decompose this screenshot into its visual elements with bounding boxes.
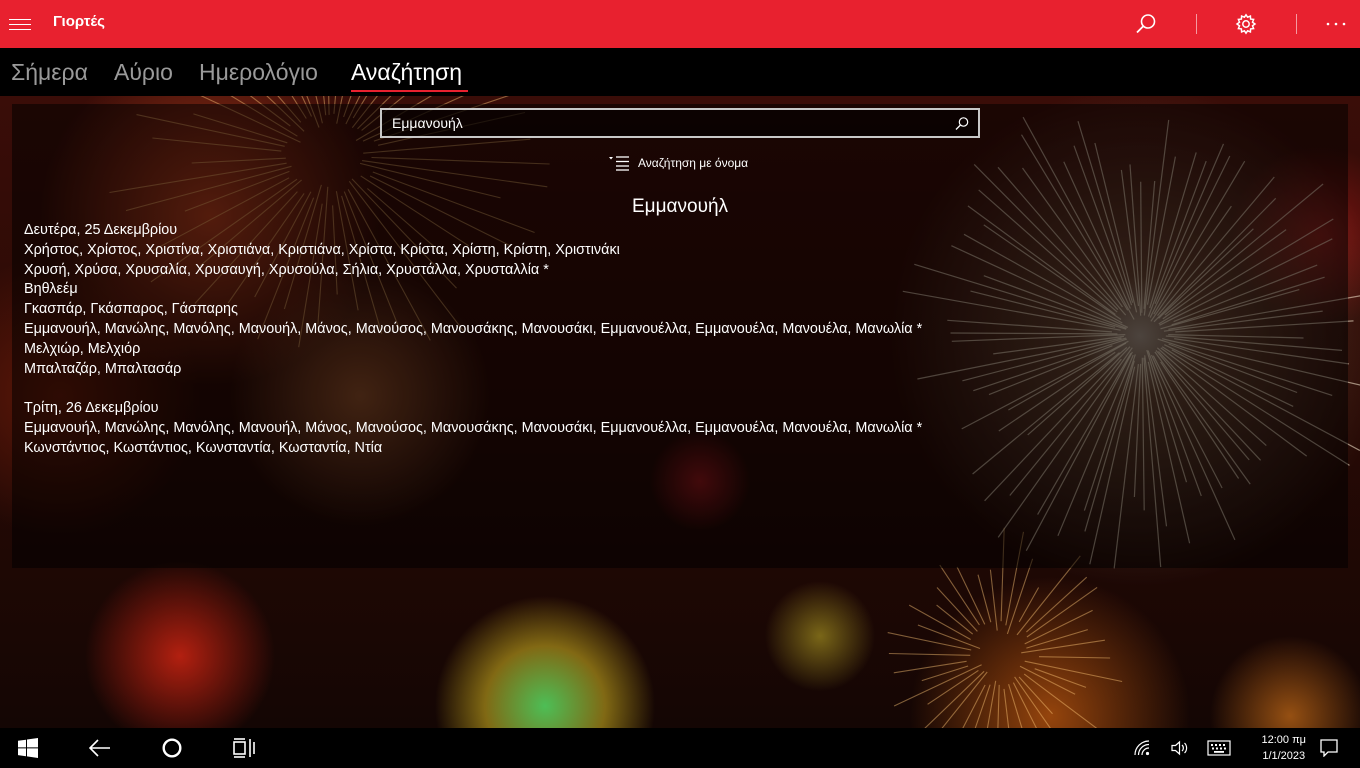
- task-view-icon: [233, 738, 255, 758]
- app-title: Γιορτές: [53, 13, 105, 30]
- windows-start-icon: [18, 738, 38, 758]
- day-date: Δευτέρα, 25 Δεκεμβρίου: [24, 222, 178, 238]
- firework-ray: [1038, 656, 1111, 659]
- tab-tomorrow[interactable]: Αύριο: [114, 59, 173, 86]
- filter-list-icon: [609, 156, 629, 171]
- name-day-entry: Χρήστος, Χρίστος, Χριστίνα, Χριστιάνα, Κ…: [24, 241, 620, 258]
- firework-ray: [921, 665, 969, 682]
- firework-ray: [939, 564, 980, 626]
- clock-time: 12:00 πμ: [1261, 734, 1306, 746]
- toolbar-separator: [1196, 14, 1197, 34]
- firework-ray: [1024, 660, 1123, 683]
- day-group: Τρίτη, 26 Δεκεμβρίου Εμμανουήλ, Μανώλης,…: [24, 399, 1334, 458]
- more-icon: [1326, 22, 1346, 26]
- firework-ray: [997, 684, 1000, 728]
- notification-icon: [1320, 739, 1338, 757]
- touch-keyboard-button[interactable]: [1204, 728, 1234, 768]
- hamburger-menu-button[interactable]: [0, 0, 40, 48]
- hamburger-icon: [9, 18, 31, 20]
- start-button[interactable]: [0, 728, 56, 768]
- tab-search[interactable]: Αναζήτηση: [351, 59, 462, 86]
- firework-ray: [924, 670, 985, 728]
- name-day-entry: Εμμανουήλ, Μανώλης, Μανόλης, Μανουήλ, Μά…: [24, 320, 923, 337]
- firework-ray: [1018, 587, 1040, 623]
- title-bar: Γιορτές: [0, 0, 1360, 48]
- search-input-value: Εμμανουήλ: [392, 115, 463, 131]
- filter-label: Αναζήτηση με όνομα: [638, 156, 749, 170]
- firework-ray: [927, 669, 979, 705]
- action-center-button[interactable]: [1314, 728, 1344, 768]
- firework-ray: [989, 569, 998, 631]
- name-day-entry: Βηθλεέμ: [24, 281, 78, 298]
- back-arrow-icon: [89, 739, 110, 757]
- network-icon: [1134, 740, 1150, 756]
- hamburger-icon: [9, 28, 31, 30]
- firework-ray: [1021, 639, 1105, 654]
- firework-ray: [908, 604, 971, 640]
- toolbar-separator: [1296, 14, 1297, 34]
- firework-ray: [941, 671, 988, 728]
- tab-bar: Σήμερα Αύριο Ημερολόγιο Αναζήτηση: [0, 48, 1360, 96]
- volume-button[interactable]: [1166, 728, 1194, 768]
- results-list: Δευτέρα, 25 Δεκεμβρίου Χρήστος, Χρίστος,…: [24, 221, 1334, 479]
- result-title: Εμμανουήλ: [631, 196, 729, 217]
- search-input[interactable]: Εμμανουήλ: [380, 108, 980, 138]
- tab-today[interactable]: Σήμερα: [11, 59, 88, 86]
- taskbar: 12:00 πμ 1/1/2023: [0, 728, 1360, 768]
- firework-ray: [936, 587, 978, 632]
- firework-ray: [887, 632, 972, 651]
- more-options-button[interactable]: [1312, 0, 1360, 48]
- settings-gear-icon: [1235, 13, 1257, 35]
- firework-ray: [1023, 673, 1098, 728]
- search-icon: [1136, 14, 1156, 34]
- name-day-entry: Γκασπάρ, Γκάσπαρος, Γάσπαρης: [24, 301, 238, 318]
- keyboard-icon: [1207, 740, 1231, 756]
- volume-icon: [1171, 740, 1188, 756]
- name-day-entry: Μελχιώρ, Μελχιόρ: [24, 340, 141, 357]
- name-day-entry: Χρυσή, Χρύσα, Χρυσαλία, Χρυσαυγή, Χρυσού…: [24, 261, 549, 278]
- firework-ray: [986, 680, 997, 728]
- hamburger-icon: [9, 23, 31, 25]
- firework-ray: [893, 660, 967, 674]
- name-day-entry: Κωνστάντιος, Κωστάντιος, Κωνσταντία, Κωσ…: [24, 439, 383, 456]
- firework-ray: [962, 684, 986, 728]
- back-button[interactable]: [72, 728, 128, 768]
- clock-date: 1/1/2023: [1262, 750, 1306, 762]
- search-button[interactable]: [1122, 0, 1170, 48]
- firework-ray: [1008, 684, 1023, 728]
- settings-button[interactable]: [1222, 0, 1270, 48]
- day-group: Δευτέρα, 25 Δεκεμβρίου Χρήστος, Χρίστος,…: [24, 221, 1334, 379]
- search-icon[interactable]: [954, 116, 970, 132]
- firework-ray: [888, 652, 971, 656]
- firework-ray: [956, 566, 986, 625]
- active-tab-indicator: [351, 90, 468, 92]
- day-date: Τρίτη, 26 Δεκεμβρίου: [24, 400, 159, 417]
- search-by-name-filter[interactable]: Αναζήτηση με όνομα: [608, 154, 748, 172]
- task-view-button[interactable]: [216, 728, 272, 768]
- tab-calendar[interactable]: Ημερολόγιο: [199, 59, 318, 86]
- system-clock[interactable]: 12:00 πμ 1/1/2023: [1261, 732, 1306, 764]
- firework-ray: [1003, 688, 1010, 728]
- name-day-entry: Εμμανουήλ, Μανώλης, Μανόλης, Μανουήλ, Μά…: [24, 420, 923, 437]
- cortana-button[interactable]: [144, 728, 200, 768]
- network-button[interactable]: [1128, 728, 1156, 768]
- cortana-circle-icon: [162, 738, 182, 758]
- name-day-entry: Μπαλταζάρ, Μπαλτασάρ: [24, 360, 182, 377]
